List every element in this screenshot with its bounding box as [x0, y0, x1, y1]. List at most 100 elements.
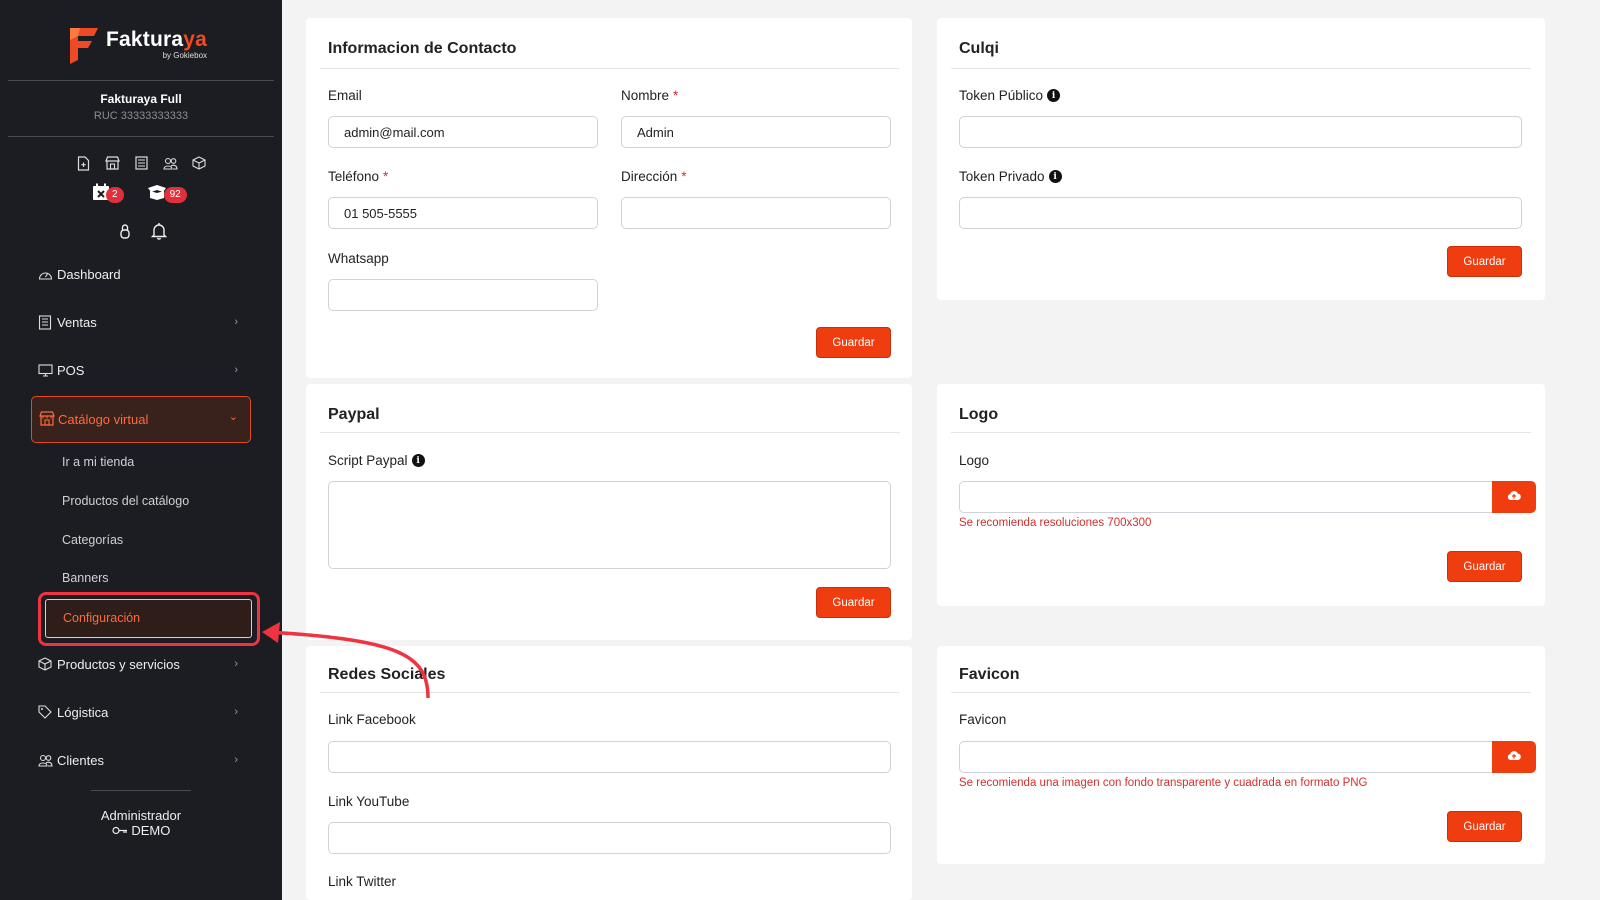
script-paypal-label: Script Paypal i	[328, 453, 425, 468]
sub-item-productos-del-catalogo[interactable]: Productos del catálogo	[62, 494, 189, 508]
nav-label: Dashboard	[57, 266, 121, 282]
store-icon	[39, 411, 55, 431]
logo-hint: Se recomienda resoluciones 700x300	[959, 517, 1152, 529]
logo-icon	[66, 24, 100, 64]
paypal-save-button[interactable]: Guardar	[816, 587, 891, 618]
facebook-label: Link Facebook	[328, 712, 416, 727]
telefono-field[interactable]: 01 505-5555	[328, 197, 598, 229]
favicon-file-field[interactable]	[959, 741, 1494, 773]
favicon-hint: Se recomienda una imagen con fondo trans…	[959, 777, 1368, 789]
token-publico-label: Token Público i	[959, 88, 1061, 103]
brand-name: Fakturaya	[106, 27, 208, 51]
sub-item-banners[interactable]: Banners	[62, 571, 109, 585]
calendar-badge[interactable]: 2	[92, 183, 124, 206]
users-icon[interactable]	[162, 155, 178, 171]
cloud-upload-icon	[1507, 748, 1521, 766]
script-paypal-textarea[interactable]	[328, 481, 891, 569]
nav-item-dashboard[interactable]: Dashboard	[38, 262, 248, 286]
divider	[320, 432, 900, 433]
facebook-field[interactable]	[328, 741, 891, 773]
favicon-save-button[interactable]: Guardar	[1447, 811, 1522, 842]
logo-file-field[interactable]	[959, 481, 1494, 513]
contact-card: Informacion de Contacto Email admin@mail…	[306, 18, 912, 378]
quick-actions	[0, 155, 282, 171]
logo-label: Logo	[959, 453, 990, 468]
divider	[320, 68, 900, 69]
users-icon	[38, 752, 54, 768]
social-card: Redes Sociales Link Facebook Link YouTub…	[306, 646, 912, 900]
card-title: Paypal	[328, 406, 380, 423]
chevron-right-icon: ›	[234, 364, 238, 376]
youtube-label: Link YouTube	[328, 794, 410, 809]
token-publico-field[interactable]	[959, 116, 1522, 148]
logo-upload-button[interactable]	[1492, 481, 1536, 513]
brand-logo[interactable]: Fakturaya by Gokiebox	[66, 24, 207, 64]
sub-item-ir-a-mi-tienda[interactable]: Ir a mi tienda	[62, 455, 134, 469]
boxes-badge[interactable]: 92	[146, 183, 187, 206]
nav-label: Lógistica	[57, 704, 109, 720]
whatsapp-field[interactable]	[328, 279, 598, 311]
info-icon: i	[411, 454, 425, 467]
token-privado-label: Token Privado i	[959, 169, 1062, 184]
new-document-icon[interactable]	[75, 155, 91, 171]
nav-item-logistica[interactable]: Lógistica ›	[38, 700, 248, 724]
chevron-right-icon: ›	[234, 658, 238, 670]
divider	[8, 136, 274, 137]
user-info[interactable]: Administrador DEMO	[0, 808, 282, 838]
divider	[951, 692, 1531, 693]
store-icon[interactable]	[104, 155, 120, 171]
divider	[951, 432, 1531, 433]
direccion-field[interactable]	[621, 197, 891, 229]
nav-item-productos-y-servicios[interactable]: Productos y servicios ›	[38, 652, 248, 676]
calculator-icon[interactable]	[133, 155, 149, 171]
token-privado-field[interactable]	[959, 197, 1522, 229]
dashboard-icon	[38, 266, 54, 282]
key-icon	[112, 823, 128, 838]
card-title: Favicon	[959, 666, 1020, 683]
chevron-right-icon: ›	[234, 754, 238, 766]
favicon-upload-button[interactable]	[1492, 741, 1536, 773]
nav-label: POS	[57, 362, 85, 378]
culqi-save-button[interactable]: Guardar	[1447, 246, 1522, 277]
nav-item-catalogo-virtual[interactable]: Catálogo virtual ⌄	[31, 396, 251, 443]
whatsapp-label: Whatsapp	[328, 251, 389, 266]
culqi-card: Culqi Token Público i Token Privado i Guar…	[937, 18, 1545, 300]
nav-label: Ventas	[57, 314, 97, 330]
sub-item-configuracion[interactable]: Configuración	[45, 599, 252, 638]
divider	[951, 68, 1531, 69]
monitor-icon	[38, 362, 54, 378]
user-role: Administrador	[100, 808, 182, 823]
nav-item-ventas[interactable]: Ventas ›	[38, 310, 248, 334]
email-field[interactable]: admin@mail.com	[328, 116, 598, 148]
user-name-row: DEMO	[0, 823, 282, 838]
nav-item-pos[interactable]: POS ›	[38, 358, 248, 382]
card-title: Redes Sociales	[328, 666, 446, 683]
nombre-field[interactable]: Admin	[621, 116, 891, 148]
contact-save-button[interactable]: Guardar	[816, 327, 891, 358]
chevron-down-icon: ⌄	[228, 411, 238, 423]
favicon-card: Favicon Favicon Se recomienda una imagen…	[937, 646, 1545, 864]
receipt-icon	[38, 314, 54, 330]
info-icon: i	[1047, 89, 1061, 102]
box-icon[interactable]	[191, 155, 207, 171]
company-ruc: RUC 33333333333	[93, 110, 189, 122]
card-title: Culqi	[959, 40, 999, 57]
sub-item-categorias[interactable]: Categorías	[62, 533, 123, 547]
paypal-card: Paypal Script Paypal i Guardar	[306, 384, 912, 640]
nav-label: Catálogo virtual	[58, 412, 149, 427]
sub-item-label: Configuración	[63, 611, 141, 625]
divider	[91, 790, 191, 791]
card-title: Logo	[959, 406, 999, 423]
logo-save-button[interactable]: Guardar	[1447, 551, 1522, 582]
direccion-label: Dirección *	[621, 169, 687, 184]
notification-badges: 2 92	[92, 183, 187, 206]
lock-icon[interactable]	[116, 222, 134, 245]
nav-item-clientes[interactable]: Clientes ›	[38, 748, 248, 772]
cloud-upload-icon	[1507, 488, 1521, 506]
youtube-field[interactable]	[328, 822, 891, 854]
divider	[320, 692, 900, 693]
bell-icon[interactable]	[150, 222, 168, 245]
chevron-right-icon: ›	[234, 706, 238, 718]
nav-label: Clientes	[57, 752, 104, 768]
telefono-label: Teléfono *	[328, 169, 389, 184]
